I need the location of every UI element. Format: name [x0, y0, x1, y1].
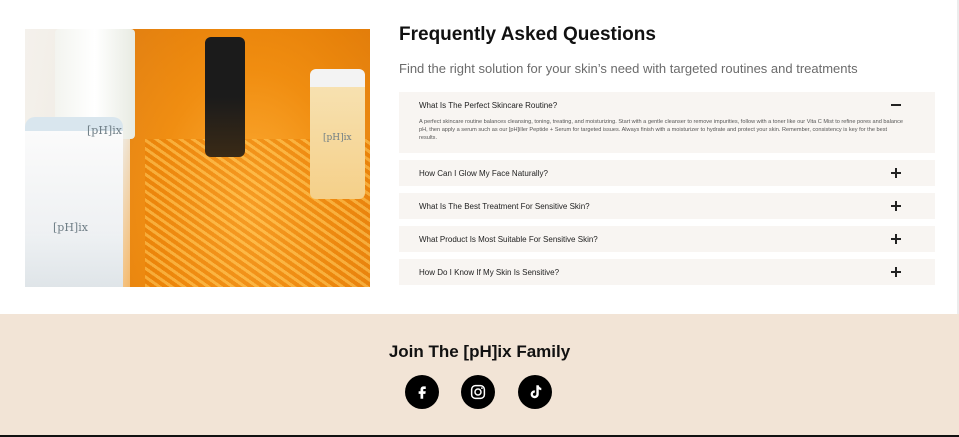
jar-base [25, 234, 123, 287]
instagram-link[interactable] [461, 375, 495, 409]
minus-icon[interactable] [891, 100, 901, 110]
faq-item-glow-naturally[interactable]: How Can I Glow My Face Naturally? [399, 160, 935, 186]
faq-item-sensitive-product[interactable]: What Product Is Most Suitable For Sensit… [399, 226, 935, 252]
faq-question-row[interactable]: How Do I Know If My Skin Is Sensitive? [399, 259, 935, 285]
faq-question-row[interactable]: What Product Is Most Suitable For Sensit… [399, 226, 935, 252]
product-label: [pH]ix [53, 221, 88, 234]
plus-icon[interactable] [891, 201, 901, 211]
faq-question-row[interactable]: How Can I Glow My Face Naturally? [399, 160, 935, 186]
footer: Join The [pH]ix Family [0, 314, 959, 435]
product-label: [pH]ix [323, 133, 352, 143]
faq-item-perfect-routine[interactable]: What Is The Perfect Skincare Routine? A … [399, 92, 935, 153]
faq-question: What Is The Best Treatment For Sensitive… [419, 201, 590, 211]
faq-list: What Is The Perfect Skincare Routine? A … [399, 92, 935, 292]
faq-item-know-sensitive[interactable]: How Do I Know If My Skin Is Sensitive? [399, 259, 935, 285]
tiktok-link[interactable] [518, 375, 552, 409]
instagram-icon [470, 384, 486, 400]
faq-answer: A perfect skincare routine balances clea… [419, 119, 904, 141]
product-label: [pH]ix [87, 124, 122, 137]
faq-item-sensitive-treatment[interactable]: What Is The Best Treatment For Sensitive… [399, 193, 935, 219]
faq-title: Frequently Asked Questions [399, 24, 656, 45]
faq-subtitle: Find the right solution for your skin’s … [399, 61, 858, 76]
tiktok-icon [530, 385, 542, 399]
faq-question: What Product Is Most Suitable For Sensit… [419, 234, 598, 244]
faq-question: How Do I Know If My Skin Is Sensitive? [419, 267, 560, 277]
faq-question-row[interactable]: What Is The Perfect Skincare Routine? [399, 92, 935, 118]
faq-section: [pH]ix [pH]ix [pH]ix Frequently Asked Qu… [0, 0, 959, 314]
plus-icon[interactable] [891, 267, 901, 277]
facebook-icon [418, 386, 426, 399]
facebook-link[interactable] [405, 375, 439, 409]
plus-icon[interactable] [891, 168, 901, 178]
plus-icon[interactable] [891, 234, 901, 244]
footer-title: Join The [pH]ix Family [388, 342, 571, 361]
dropper-bottle [205, 37, 245, 157]
product-image: [pH]ix [pH]ix [pH]ix [25, 29, 370, 287]
faq-question-row[interactable]: What Is The Best Treatment For Sensitive… [399, 193, 935, 219]
faq-question: How Can I Glow My Face Naturally? [419, 168, 548, 178]
faq-question: What Is The Perfect Skincare Routine? [419, 100, 558, 110]
